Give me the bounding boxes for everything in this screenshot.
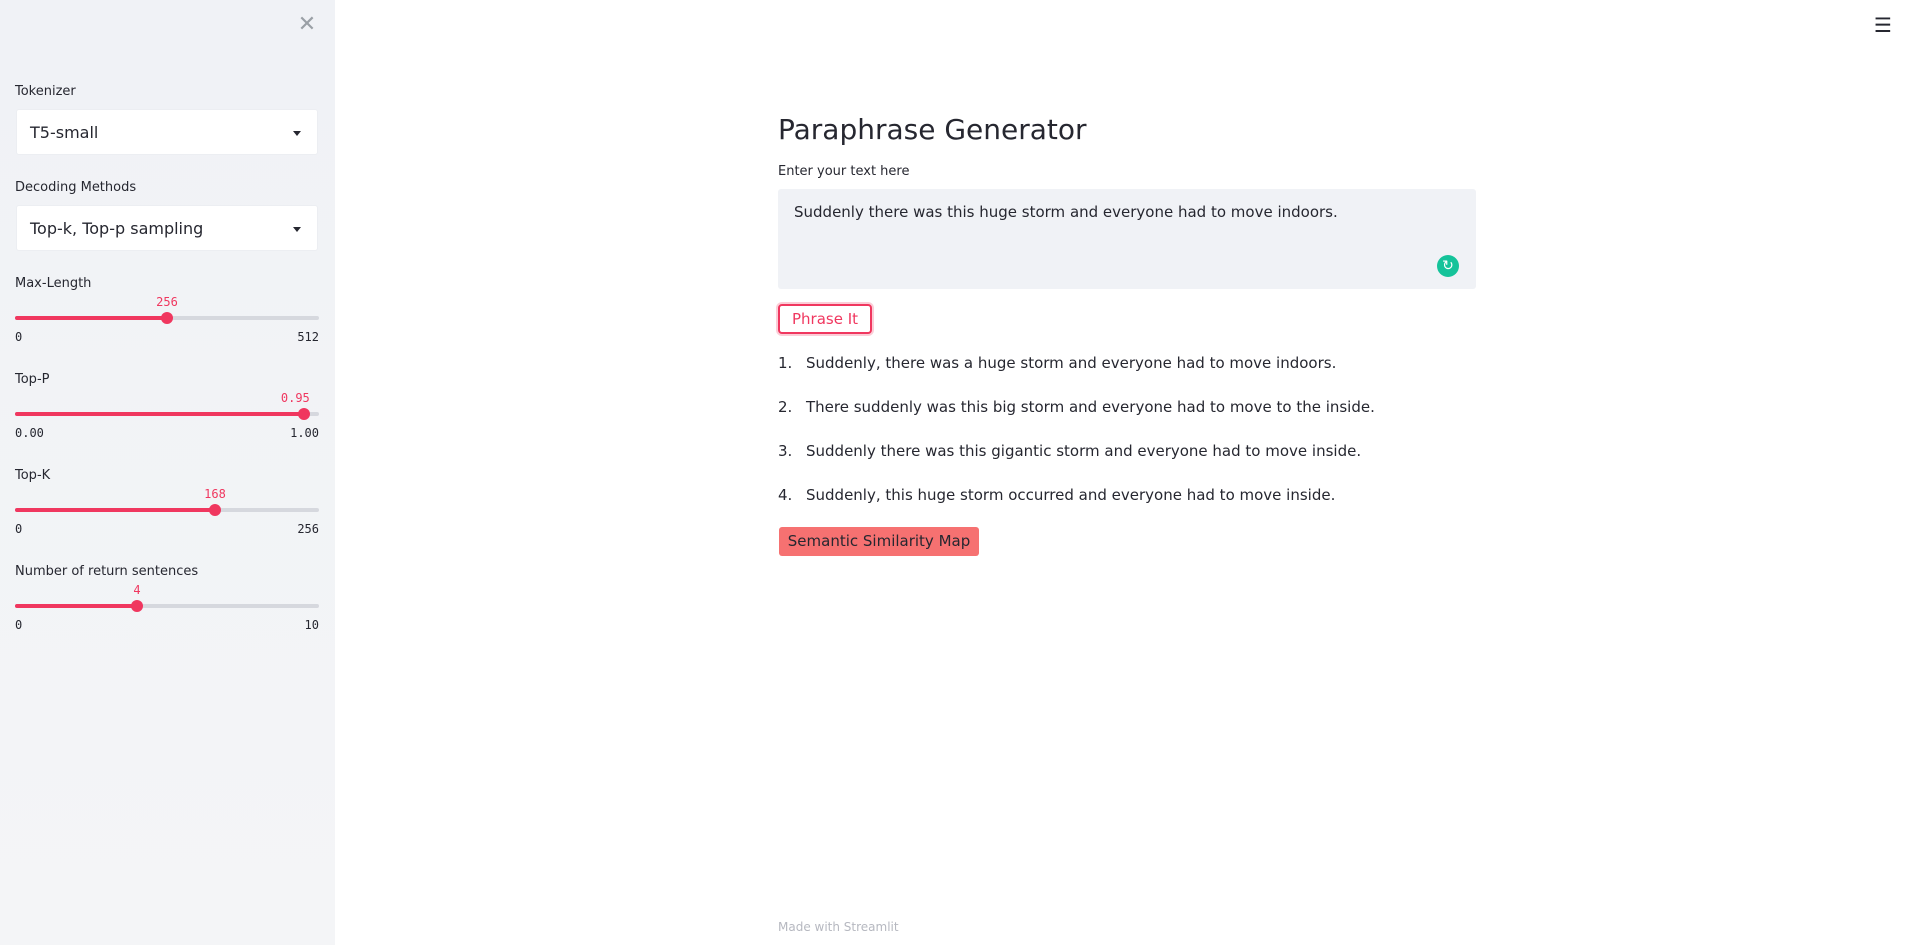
- semantic-similarity-map-button[interactable]: Semantic Similarity Map: [779, 527, 979, 556]
- max-length-label: Max-Length: [15, 276, 92, 291]
- tokenizer-select[interactable]: T5-small: [16, 109, 318, 155]
- slider-fill: [15, 316, 167, 320]
- slider-max: 10: [304, 618, 319, 632]
- text-input-label: Enter your text here: [778, 164, 910, 179]
- slider-current-value: 168: [204, 487, 226, 501]
- slider-current-value: 256: [156, 295, 178, 309]
- slider-fill: [15, 412, 304, 416]
- slider-max: 512: [297, 330, 319, 344]
- results-list: 1. Suddenly, there was a huge storm and e…: [778, 354, 1478, 530]
- slider-current-value: 0.95: [280, 391, 310, 405]
- slider-min: 0: [15, 330, 23, 344]
- top-p-label: Top-P: [15, 372, 50, 387]
- tokenizer-label: Tokenizer: [15, 84, 76, 99]
- slider-fill: [15, 604, 137, 608]
- chevron-down-icon: [293, 227, 301, 232]
- slider-max: 1.00: [290, 426, 319, 440]
- list-item: 2. There suddenly was this big storm and …: [778, 398, 1478, 442]
- slider-min: 0.00: [15, 426, 44, 440]
- hamburger-menu-icon[interactable]: ☰: [1873, 15, 1893, 35]
- return-sentences-label: Number of return sentences: [15, 564, 199, 579]
- top-k-label: Top-K: [15, 468, 51, 483]
- slider-current-value: 4: [133, 583, 141, 597]
- list-item-text: Suddenly, there was a huge storm and eve…: [806, 354, 1337, 372]
- top-k-slider[interactable]: 168 0 256: [15, 487, 319, 536]
- list-item: 3. Suddenly there was this gigantic storm…: [778, 442, 1478, 486]
- slider-thumb[interactable]: [298, 408, 310, 420]
- top-p-slider[interactable]: 0.95 0.00 1.00: [15, 391, 319, 440]
- decoding-select[interactable]: Top-k, Top-p sampling: [16, 205, 318, 251]
- slider-thumb[interactable]: [161, 312, 173, 324]
- list-item-number: 2.: [778, 398, 793, 416]
- list-item-text: Suddenly, this huge storm occurred and e…: [806, 486, 1336, 504]
- slider-max: 256: [297, 522, 319, 536]
- slider-min: 0: [15, 618, 23, 632]
- chevron-down-icon: [293, 131, 301, 136]
- grammarly-icon[interactable]: ↻: [1437, 255, 1459, 277]
- list-item: 1. Suddenly, there was a huge storm and e…: [778, 354, 1478, 398]
- slider-min: 0: [15, 522, 23, 536]
- footer-made-with-streamlit[interactable]: Made with Streamlit: [778, 920, 899, 934]
- return-sentences-slider[interactable]: 4 0 10: [15, 583, 319, 632]
- list-item: 4. Suddenly, this huge storm occurred and…: [778, 486, 1478, 530]
- text-input-value: Suddenly there was this huge storm and e…: [794, 203, 1338, 221]
- decoding-value: Top-k, Top-p sampling: [30, 219, 204, 238]
- list-item-text: There suddenly was this big storm and ev…: [806, 398, 1375, 416]
- list-item-number: 3.: [778, 442, 793, 460]
- text-input[interactable]: Suddenly there was this huge storm and e…: [778, 189, 1476, 289]
- tokenizer-value: T5-small: [30, 123, 99, 142]
- slider-thumb[interactable]: [209, 504, 221, 516]
- sidebar: ✕ Tokenizer T5-small Decoding Methods To…: [0, 0, 335, 945]
- slider-thumb[interactable]: [131, 600, 143, 612]
- list-item-number: 1.: [778, 354, 793, 372]
- max-length-slider[interactable]: 256 0 512: [15, 295, 319, 344]
- list-item-number: 4.: [778, 486, 793, 504]
- slider-fill: [15, 508, 215, 512]
- phrase-it-button[interactable]: Phrase It: [778, 304, 872, 334]
- decoding-label: Decoding Methods: [15, 180, 137, 195]
- close-icon[interactable]: ✕: [296, 14, 318, 36]
- list-item-text: Suddenly there was this gigantic storm a…: [806, 442, 1362, 460]
- page-title: Paraphrase Generator: [778, 113, 1087, 146]
